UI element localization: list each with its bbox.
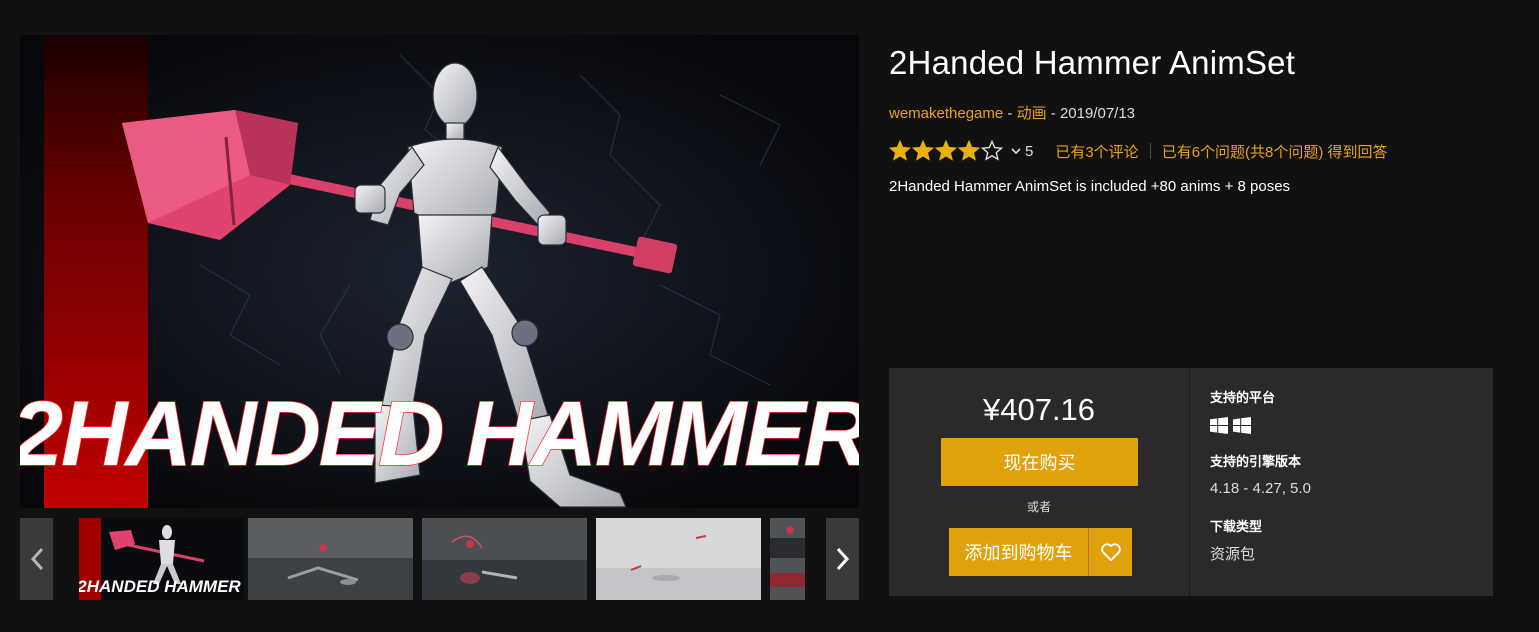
engine-version-label: 支持的引擎版本 (1210, 455, 1302, 470)
chevron-left-icon (30, 547, 43, 571)
windows-icon (1233, 417, 1251, 434)
chevron-right-icon (836, 547, 849, 571)
hero-image[interactable]: 2HANDED HAMMER (20, 35, 859, 508)
or-label: 或者 (1026, 500, 1051, 514)
product-title: 2Handed Hammer AnimSet (889, 44, 1296, 81)
chevron-down-icon[interactable] (1010, 145, 1022, 157)
hero-title: 2HANDED HAMMER (20, 383, 859, 485)
windows-icon (1210, 417, 1228, 434)
category-link[interactable]: 动画 (1017, 105, 1047, 122)
thumbnail-4[interactable] (596, 518, 761, 600)
meta-separator: - (1046, 105, 1060, 122)
star-rating[interactable] (889, 140, 1004, 162)
product-specs: 支持的平台 支持的引擎版本 4.18 - 4.27, 5.0 下载类型 资源包 (1210, 368, 1480, 596)
thumbnail-5[interactable] (770, 518, 805, 600)
platforms-label: 支持的平台 (1210, 391, 1276, 406)
thumbnail-strip: 2HANDED HAMMER (20, 518, 859, 600)
heart-icon (1100, 543, 1121, 562)
rating-count: 5 (1025, 142, 1034, 160)
purchase-actions: ¥407.16 现在购买 或者 添加到购物车 (889, 368, 1189, 596)
add-to-cart-button[interactable]: 添加到购物车 (949, 528, 1088, 576)
platform-icons (1210, 417, 1256, 434)
wishlist-button[interactable] (1089, 528, 1132, 576)
thumbnail-list: 2HANDED HAMMER (79, 518, 805, 600)
product-description: 2Handed Hammer AnimSet is included +80 a… (889, 178, 1291, 195)
star-filled-icon (912, 140, 934, 161)
panel-divider (1189, 368, 1190, 596)
cart-button-group: 添加到购物车 (949, 528, 1132, 576)
reviews-link[interactable]: 已有3个评论 (1055, 141, 1138, 162)
thumbnail-1[interactable]: 2HANDED HAMMER (79, 518, 244, 600)
release-date: 2019/07/13 (1059, 105, 1136, 122)
star-empty-icon (981, 140, 1003, 161)
thumbnail-2[interactable] (248, 518, 413, 600)
engine-version-value: 4.18 - 4.27, 5.0 (1210, 480, 1311, 497)
meta-separator: - (1003, 105, 1017, 122)
download-type-label: 下载类型 (1210, 520, 1263, 535)
purchase-panel: ¥407.16 现在购买 或者 添加到购物车 支持的平台 支持的引擎版本 4.1… (889, 368, 1493, 596)
thumbnail-3[interactable] (422, 518, 587, 600)
gallery-next-button[interactable] (826, 518, 859, 600)
thumbnail-1-title: 2HANDED HAMMER (79, 577, 241, 596)
rating-row: 5 已有3个评论 已有6个问题(共8个问题) 得到回答 (889, 138, 1388, 164)
star-filled-icon (935, 140, 957, 161)
seller-link[interactable]: wemakethegame (889, 105, 1003, 122)
price: ¥407.16 (982, 392, 1096, 427)
buy-now-button[interactable]: 现在购买 (941, 438, 1138, 486)
product-meta: wemakethegame - 动画 - 2019/07/13 (889, 102, 1135, 123)
star-filled-icon (958, 140, 980, 161)
gallery-prev-button[interactable] (20, 518, 53, 600)
questions-link[interactable]: 已有6个问题(共8个问题) 得到回答 (1162, 141, 1388, 162)
download-type-value: 资源包 (1210, 546, 1256, 563)
divider (1149, 143, 1151, 159)
star-filled-icon (889, 140, 911, 161)
